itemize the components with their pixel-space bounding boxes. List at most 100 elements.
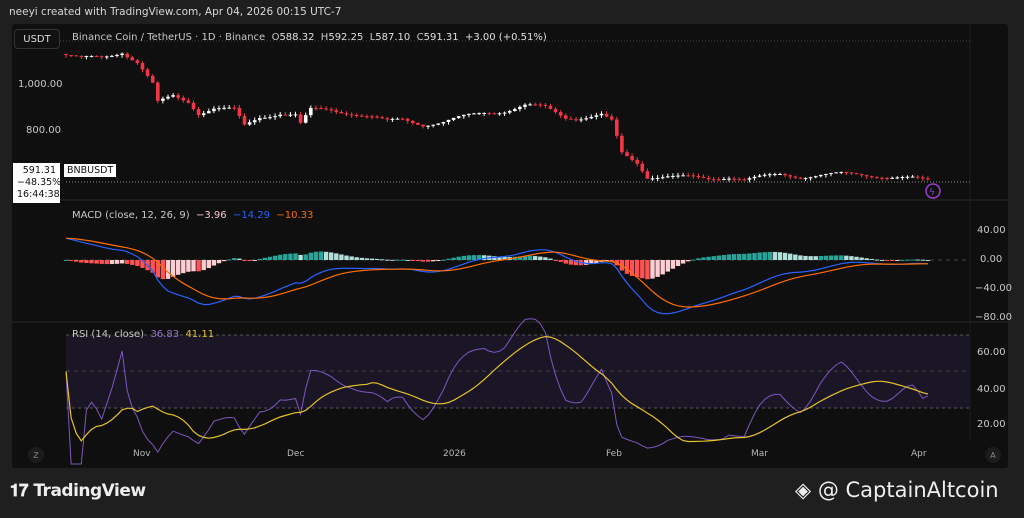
candle bbox=[477, 113, 481, 115]
macd-histogram-bar bbox=[456, 256, 461, 260]
candle bbox=[360, 115, 364, 117]
candle bbox=[650, 178, 655, 180]
candle bbox=[701, 176, 706, 178]
macd-histogram-bar bbox=[400, 259, 405, 261]
macd-histogram-bar bbox=[910, 259, 915, 261]
candle bbox=[910, 176, 915, 178]
time-tick: Feb bbox=[606, 449, 622, 459]
macd-histogram-bar bbox=[839, 255, 844, 260]
candle bbox=[217, 108, 221, 110]
macd-histogram-bar bbox=[869, 258, 874, 260]
time-tick: Dec bbox=[287, 449, 305, 459]
candle bbox=[747, 178, 752, 180]
candle bbox=[518, 106, 522, 110]
brand-text: TradingView bbox=[33, 481, 146, 501]
macd-histogram-bar bbox=[395, 259, 400, 261]
price-tick: 800.00 bbox=[26, 125, 61, 136]
candle bbox=[849, 172, 854, 174]
candle bbox=[349, 114, 354, 116]
macd-histogram-bar bbox=[318, 251, 324, 260]
macd-histogram-bar bbox=[216, 260, 222, 264]
macd-histogram-bar bbox=[237, 258, 242, 260]
chart-canvas[interactable]: ϟ bbox=[0, 0, 1024, 518]
macd-tick: −80.00 bbox=[975, 312, 1013, 323]
candle bbox=[900, 177, 905, 179]
macd-histogram-bar bbox=[635, 260, 640, 278]
macd-histogram-bar bbox=[584, 260, 589, 265]
macd-histogram-bar bbox=[716, 255, 721, 260]
candle bbox=[635, 159, 639, 164]
candle bbox=[681, 175, 685, 177]
macd-histogram-bar bbox=[446, 258, 451, 260]
rsi-legend[interactable]: RSI (14, close) 36.83 41.11 bbox=[72, 329, 214, 340]
candle bbox=[375, 116, 379, 118]
macd-histogram-bar bbox=[813, 256, 818, 260]
macd-histogram-bar bbox=[94, 260, 99, 264]
rsi-tick: 20.00 bbox=[977, 419, 1006, 430]
macd-histogram-bar bbox=[895, 260, 900, 261]
candle bbox=[309, 107, 313, 116]
last-price: 591.31 bbox=[22, 165, 56, 176]
macd-histogram-bar bbox=[201, 260, 206, 271]
candle bbox=[196, 109, 201, 116]
macd-histogram-bar bbox=[339, 254, 344, 260]
macd-histogram-bar bbox=[415, 260, 421, 262]
candle bbox=[303, 115, 308, 123]
candle bbox=[798, 177, 803, 179]
macd-histogram-bar bbox=[706, 256, 711, 260]
candle bbox=[905, 176, 910, 178]
candle bbox=[819, 174, 823, 177]
macd-histogram-bar bbox=[543, 257, 548, 260]
candle bbox=[553, 108, 558, 113]
macd-histogram-bar bbox=[849, 256, 854, 260]
macd-histogram-bar bbox=[206, 260, 211, 269]
macd-hist-value: −3.96 bbox=[195, 210, 227, 221]
macd-histogram-bar bbox=[823, 255, 829, 260]
macd-histogram-bar bbox=[640, 260, 645, 279]
macd-histogram-bar bbox=[364, 258, 370, 260]
macd-legend[interactable]: MACD (close, 12, 26, 9) −3.96 −14.29 −10… bbox=[72, 210, 313, 221]
candle bbox=[150, 75, 155, 83]
macd-histogram-bar bbox=[303, 254, 308, 260]
candle bbox=[380, 117, 384, 119]
macd-histogram-bar bbox=[742, 253, 747, 260]
candle bbox=[74, 55, 78, 57]
candle bbox=[824, 173, 828, 175]
candle bbox=[462, 114, 466, 117]
candle bbox=[181, 97, 186, 101]
time-tick: 2026 bbox=[443, 449, 466, 459]
candle bbox=[574, 119, 578, 121]
macd-histogram-bar bbox=[803, 255, 808, 260]
macd-histogram-bar bbox=[114, 260, 120, 264]
auto-scale-button[interactable]: A bbox=[985, 447, 1001, 463]
macd-histogram-bar bbox=[436, 260, 441, 261]
macd-histogram-bar bbox=[844, 255, 849, 260]
candle bbox=[365, 116, 369, 118]
candle bbox=[666, 176, 670, 178]
candle bbox=[201, 113, 206, 116]
macd-histogram-bar bbox=[533, 256, 538, 260]
high-value: 592.25 bbox=[328, 32, 364, 43]
macd-histogram-bar bbox=[777, 252, 783, 260]
candle bbox=[569, 118, 573, 120]
candle bbox=[339, 111, 344, 114]
rsi-label: RSI (14, close) bbox=[72, 329, 145, 340]
candle bbox=[813, 176, 818, 178]
candle bbox=[247, 122, 252, 125]
close-value: 591.31 bbox=[423, 32, 459, 43]
macd-histogram-bar bbox=[527, 255, 533, 260]
macd-histogram-bar bbox=[538, 256, 543, 260]
candle bbox=[145, 69, 150, 76]
macd-histogram-bar bbox=[772, 252, 778, 260]
symbol-tag: BNBUSDT bbox=[64, 164, 117, 177]
currency-button[interactable]: USDT bbox=[14, 29, 60, 49]
macd-histogram-bar bbox=[680, 260, 686, 264]
macd-histogram-bar bbox=[221, 260, 227, 262]
candle bbox=[252, 120, 257, 123]
zoom-button[interactable]: Z bbox=[28, 447, 44, 463]
macd-histogram-bar bbox=[323, 251, 329, 260]
candle bbox=[446, 119, 451, 122]
macd-histogram-bar bbox=[119, 260, 125, 264]
low-value: 587.10 bbox=[375, 32, 411, 43]
macd-histogram-bar bbox=[553, 260, 558, 261]
